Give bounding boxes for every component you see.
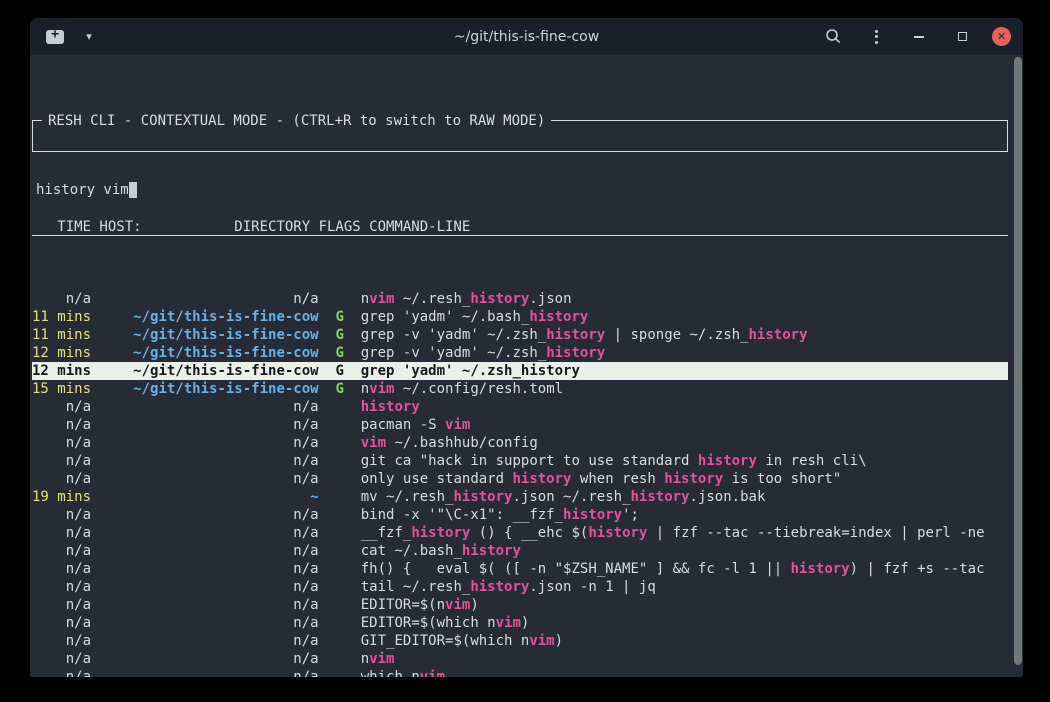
- history-row[interactable]: 12 mins ~/git/this-is-fine-cow G grep -v…: [32, 344, 1008, 362]
- history-row[interactable]: n/a n/a cat ~/.bash_history: [32, 542, 1008, 560]
- window-title: ~/git/this-is-fine-cow: [454, 29, 599, 45]
- search-query-input[interactable]: history vim: [33, 175, 1007, 205]
- history-row[interactable]: 11 mins ~/git/this-is-fine-cow G grep -v…: [32, 326, 1008, 344]
- new-tab-button[interactable]: [42, 24, 68, 50]
- history-row[interactable]: n/a n/a nvim: [32, 650, 1008, 668]
- history-row[interactable]: n/a n/a EDITOR=$(which nvim): [32, 614, 1008, 632]
- history-row[interactable]: n/a n/a EDITOR=$(nvim): [32, 596, 1008, 614]
- tab-switcher-caret-button[interactable]: ▾: [76, 24, 102, 50]
- search-button[interactable]: [820, 24, 846, 50]
- history-row[interactable]: n/a n/a bind -x '"\C-x1": __fzf_history'…: [32, 506, 1008, 524]
- query-text: history vim: [36, 182, 129, 198]
- resh-mode-title: RESH CLI - CONTEXTUAL MODE - (CTRL+R to …: [42, 112, 551, 130]
- history-row[interactable]: n/a n/a only use standard history when r…: [32, 470, 1008, 488]
- kebab-menu-icon: [875, 30, 878, 44]
- restore-window-icon: [958, 32, 967, 41]
- history-row[interactable]: n/a n/a history: [32, 398, 1008, 416]
- close-icon: ✕: [997, 31, 1006, 42]
- history-row[interactable]: n/a n/a pacman -S vim: [32, 416, 1008, 434]
- minimize-icon: [914, 36, 924, 38]
- history-row[interactable]: n/a n/a GIT_EDITOR=$(which nvim): [32, 632, 1008, 650]
- history-row[interactable]: 15 mins ~/git/this-is-fine-cow G nvim ~/…: [32, 380, 1008, 398]
- history-row[interactable]: n/a n/a vim ~/.bashhub/config: [32, 434, 1008, 452]
- desktop: { "colors": { "desktop": "#000000", "tit…: [0, 0, 1050, 702]
- menu-button[interactable]: [863, 24, 889, 50]
- text-cursor-block: [129, 182, 137, 198]
- titlebar: ▾ ~/git/this-is-fine-cow ✕: [30, 18, 1023, 55]
- history-rows: n/a n/a nvim ~/.resh_history.json11 mins…: [32, 290, 1023, 677]
- history-row[interactable]: 11 mins ~/git/this-is-fine-cow G grep 'y…: [32, 308, 1008, 326]
- chevron-down-icon: ▾: [86, 30, 92, 43]
- history-row[interactable]: n/a n/a tail ~/.resh_history.json -n 1 |…: [32, 578, 1008, 596]
- history-row[interactable]: n/a n/a nvim ~/.resh_history.json: [32, 290, 1008, 308]
- terminal-window: ▾ ~/git/this-is-fine-cow ✕: [30, 18, 1023, 677]
- minimize-button[interactable]: [906, 24, 932, 50]
- history-row[interactable]: 19 mins ~ mv ~/.resh_history.json ~/.res…: [32, 488, 1008, 506]
- history-row[interactable]: n/a n/a git ca "hack in support to use s…: [32, 452, 1008, 470]
- search-icon: [825, 28, 842, 45]
- history-row-selected[interactable]: 12 mins ~/git/this-is-fine-cow G grep 'y…: [32, 362, 1008, 380]
- history-row[interactable]: n/a n/a fh() { eval $( ([ -n "$ZSH_NAME"…: [32, 560, 1008, 578]
- close-button[interactable]: ✕: [992, 27, 1011, 46]
- scrollbar[interactable]: [1012, 55, 1023, 677]
- scrollbar-thumb[interactable]: [1014, 57, 1022, 665]
- history-row[interactable]: n/a n/a which nvim: [32, 668, 1008, 677]
- resh-header-box: RESH CLI - CONTEXTUAL MODE - (CTRL+R to …: [32, 120, 1008, 152]
- terminal-screen: RESH CLI - CONTEXTUAL MODE - (CTRL+R to …: [30, 55, 1023, 677]
- new-tab-icon: [46, 30, 64, 44]
- restore-button[interactable]: [949, 24, 975, 50]
- history-row[interactable]: n/a n/a __fzf_history () { __ehc $(histo…: [32, 524, 1008, 542]
